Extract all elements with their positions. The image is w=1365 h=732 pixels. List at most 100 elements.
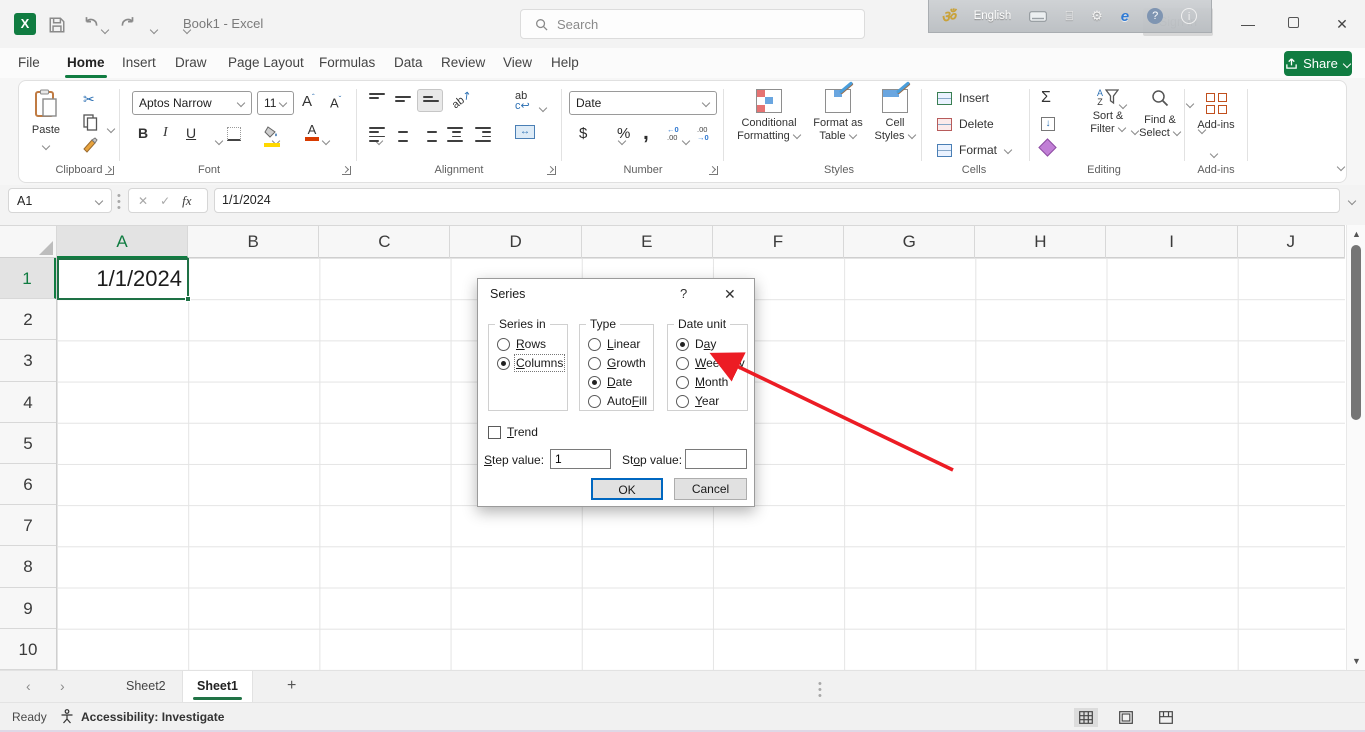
format-painter-icon[interactable] bbox=[82, 137, 99, 153]
tab-insert[interactable]: Insert bbox=[122, 51, 156, 77]
redo-icon[interactable] bbox=[119, 16, 137, 34]
clear-button[interactable] bbox=[1038, 138, 1056, 156]
trend-checkbox[interactable]: Trend bbox=[488, 425, 538, 439]
row-header[interactable]: 7 bbox=[0, 505, 56, 546]
delete-cells-button[interactable]: Delete bbox=[937, 117, 994, 131]
accessibility-status[interactable]: Accessibility: Investigate bbox=[60, 709, 224, 724]
decrease-decimal-button[interactable]: .00→0 bbox=[697, 126, 709, 142]
decrease-indent-button[interactable] bbox=[447, 127, 463, 142]
vertical-scrollbar-thumb[interactable] bbox=[1351, 245, 1361, 420]
format-cells-button[interactable]: Format bbox=[937, 143, 1012, 157]
tab-page-layout[interactable]: Page Layout bbox=[228, 51, 304, 77]
insert-cells-button[interactable]: Insert bbox=[937, 91, 989, 105]
undo-icon[interactable] bbox=[82, 16, 100, 34]
copy-dropdown-icon[interactable] bbox=[107, 125, 115, 133]
clipboard-dialog-launcher[interactable] bbox=[105, 166, 114, 175]
clear-dropdown-icon[interactable] bbox=[1210, 150, 1218, 158]
page-break-view-button[interactable] bbox=[1154, 708, 1178, 727]
radio-linear[interactable]: Linear bbox=[588, 337, 640, 351]
tab-review[interactable]: Review bbox=[441, 51, 485, 77]
normal-view-button[interactable] bbox=[1074, 708, 1098, 727]
column-header[interactable]: I bbox=[1107, 226, 1238, 258]
tab-scroll-separator[interactable]: ••• bbox=[818, 681, 822, 699]
select-all-corner[interactable] bbox=[0, 226, 57, 258]
sheet-tab-sheet1[interactable]: Sheet1 bbox=[182, 671, 253, 702]
maximize-button[interactable] bbox=[1288, 17, 1299, 28]
cancel-button[interactable]: Cancel bbox=[674, 478, 747, 500]
row-header[interactable]: 3 bbox=[0, 340, 56, 381]
radio-date[interactable]: Date bbox=[588, 375, 632, 389]
column-header[interactable]: A bbox=[57, 226, 188, 258]
enter-icon[interactable]: ✓ bbox=[160, 194, 170, 208]
radio-weekday[interactable]: Weekday bbox=[676, 356, 745, 370]
tab-data[interactable]: Data bbox=[394, 51, 423, 77]
format-as-table-button[interactable]: Format asTable bbox=[807, 89, 869, 143]
keyboard-icon[interactable] bbox=[1029, 11, 1047, 22]
browser-icon[interactable]: e bbox=[1121, 8, 1129, 25]
tab-draw[interactable]: Draw bbox=[175, 51, 207, 77]
bold-button[interactable]: B bbox=[138, 125, 148, 141]
row-header[interactable]: 2 bbox=[0, 299, 56, 340]
share-button[interactable]: Share bbox=[1284, 51, 1352, 76]
close-button[interactable]: ✕ bbox=[1332, 14, 1352, 34]
dialog-help-button[interactable]: ? bbox=[680, 286, 687, 301]
align-right-button[interactable] bbox=[421, 127, 437, 142]
align-bottom-button[interactable] bbox=[417, 89, 443, 112]
font-dialog-launcher[interactable] bbox=[342, 166, 351, 175]
radio-columns[interactable]: Columns bbox=[497, 356, 563, 370]
wrap-text-button[interactable]: abc↩ bbox=[515, 91, 530, 111]
step-value-input[interactable] bbox=[550, 449, 611, 469]
orientation-button[interactable]: ab↗ bbox=[449, 88, 474, 111]
row-header[interactable]: 6 bbox=[0, 464, 56, 505]
decrease-font-size-button[interactable]: Aˇ bbox=[330, 95, 341, 110]
row-header[interactable]: 1 bbox=[0, 258, 56, 299]
align-center-button[interactable] bbox=[395, 127, 411, 142]
number-format-combo[interactable]: Date bbox=[569, 91, 717, 115]
fill-button[interactable]: ↓ bbox=[1041, 117, 1055, 131]
row-header[interactable]: 5 bbox=[0, 423, 56, 464]
next-sheet-icon[interactable]: › bbox=[60, 678, 65, 694]
font-size-combo[interactable]: 11 bbox=[257, 91, 294, 115]
orientation-dropdown-icon[interactable] bbox=[539, 104, 547, 112]
column-header[interactable]: F bbox=[713, 226, 844, 258]
minimize-button[interactable]: — bbox=[1238, 14, 1258, 34]
increase-decimal-button[interactable]: ←0.00 bbox=[667, 126, 679, 142]
scroll-up-icon[interactable]: ▲ bbox=[1352, 229, 1361, 239]
page-layout-view-button[interactable] bbox=[1114, 708, 1138, 727]
fill-handle[interactable] bbox=[185, 296, 191, 302]
autosum-button[interactable]: Σ bbox=[1041, 89, 1051, 107]
info-icon[interactable]: i bbox=[1181, 8, 1197, 24]
search-box[interactable]: Search bbox=[520, 9, 865, 39]
collapse-ribbon-icon[interactable] bbox=[1337, 163, 1345, 171]
radio-day[interactable]: Day bbox=[676, 337, 716, 351]
tab-home[interactable]: Home bbox=[67, 51, 105, 77]
tab-file[interactable]: File bbox=[18, 51, 40, 77]
add-ins-button[interactable]: Add-ins bbox=[1191, 89, 1241, 132]
active-cell-a1[interactable]: 1/1/2024 bbox=[57, 258, 189, 300]
underline-dropdown-icon[interactable] bbox=[215, 137, 223, 145]
row-header[interactable]: 4 bbox=[0, 382, 56, 423]
comma-button[interactable]: , bbox=[643, 121, 649, 145]
cancel-icon[interactable]: ✕ bbox=[138, 194, 148, 208]
sheet-tab-sheet2[interactable]: Sheet2 bbox=[112, 671, 180, 702]
underline-button[interactable]: U bbox=[186, 125, 196, 141]
column-header[interactable]: E bbox=[582, 226, 713, 258]
currency-button[interactable]: $ bbox=[579, 125, 587, 142]
radio-rows[interactable]: Rows bbox=[497, 337, 546, 351]
paste-button[interactable]: Paste bbox=[31, 89, 61, 155]
column-header[interactable]: D bbox=[451, 226, 582, 258]
increase-indent-button[interactable] bbox=[475, 127, 491, 142]
sort-filter-button[interactable]: AZ Sort &Filter bbox=[1081, 89, 1135, 136]
save-icon[interactable] bbox=[48, 16, 66, 34]
ok-button[interactable]: OK bbox=[591, 478, 663, 500]
align-top-button[interactable] bbox=[369, 93, 385, 99]
tab-help[interactable]: Help bbox=[551, 51, 579, 77]
column-header[interactable]: G bbox=[844, 226, 975, 258]
ime-script-icon[interactable]: ॐ bbox=[941, 5, 956, 27]
excel-app-icon[interactable]: X bbox=[14, 13, 36, 35]
formula-input[interactable]: 1/1/2024 bbox=[214, 188, 1340, 213]
row-header[interactable]: 9 bbox=[0, 588, 56, 629]
align-left-button[interactable] bbox=[369, 127, 385, 142]
prev-sheet-icon[interactable]: ‹ bbox=[26, 678, 31, 694]
tab-view[interactable]: View bbox=[503, 51, 532, 77]
